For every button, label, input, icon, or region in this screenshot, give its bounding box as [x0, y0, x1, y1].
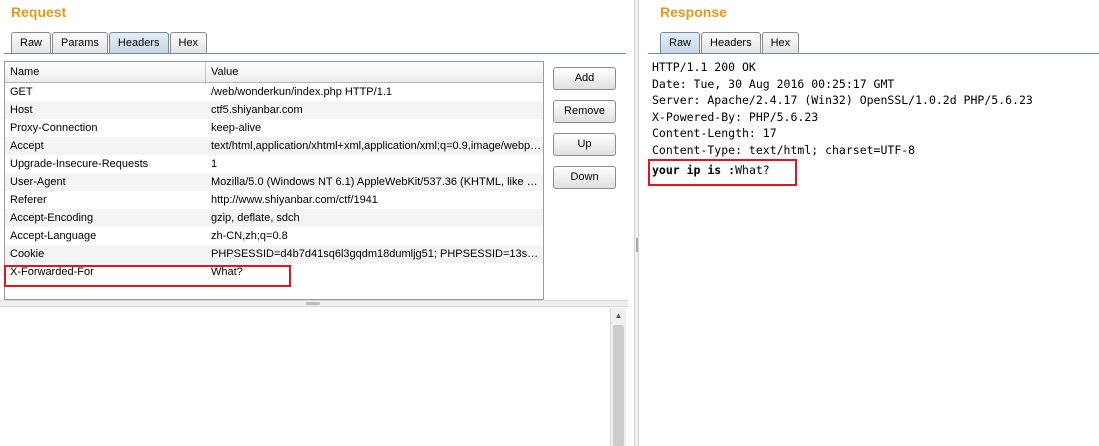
response-line: HTTP/1.1 200 OK — [652, 60, 756, 74]
table-row[interactable]: Upgrade-Insecure-Requests 1 — [5, 155, 543, 173]
request-tab-underline — [4, 53, 626, 54]
table-row[interactable]: Host ctf5.shiyanbar.com — [5, 101, 543, 119]
header-value-cell: 1 — [211, 158, 218, 170]
response-body[interactable]: your ip is :What? — [652, 163, 770, 177]
table-row[interactable]: User-Agent Mozilla/5.0 (Windows NT 6.1) A… — [5, 173, 543, 191]
header-name-cell: X-Forwarded-For — [10, 266, 94, 278]
response-line: X-Powered-By: PHP/5.6.23 — [652, 109, 819, 124]
response-line: Server: Apache/2.4.17 (Win32) OpenSSL/1.… — [652, 93, 1033, 107]
request-body-editor[interactable] — [2, 308, 610, 446]
table-row[interactable]: Accept text/html,application/xhtml+xml,ap… — [5, 137, 543, 155]
headers-table-body: GET/web/wonderkun/index.php HTTP/1.1 Hos… — [5, 83, 543, 281]
table-row[interactable]: Cookie PHPSESSID=d4b7d41sq6l3gqdm18dumljg… — [5, 245, 543, 263]
vertical-split-divider[interactable] — [634, 0, 639, 446]
request-title: Request — [11, 4, 67, 20]
tab-request-headers[interactable]: Headers — [108, 32, 169, 53]
response-line: Content-Type: text/html; charset=UTF-8 — [652, 142, 916, 157]
headers-table: Name Value GET/web/wonderkun/index.php H… — [4, 61, 544, 300]
horizontal-split-handle[interactable] — [0, 300, 628, 307]
header-name-cell: Upgrade-Insecure-Requests — [10, 158, 149, 170]
header-name-cell: Host — [10, 104, 33, 116]
tab-request-raw[interactable]: Raw — [11, 32, 52, 53]
header-name-cell: Proxy-Connection — [10, 122, 98, 134]
column-header-name[interactable]: Name — [5, 62, 206, 82]
header-value-cell: keep-alive — [211, 122, 262, 134]
headers-table-header: Name Value — [5, 62, 543, 83]
header-value-cell: Mozilla/5.0 (Windows NT 6.1) AppleWebKit… — [211, 176, 543, 188]
header-name-cell: Cookie — [10, 248, 45, 260]
response-title: Response — [660, 4, 727, 20]
header-value-cell: http://www.shiyanbar.com/ctf/1941 — [211, 194, 378, 206]
remove-button[interactable]: Remove — [553, 100, 616, 123]
header-name-cell: Accept-Encoding — [10, 212, 94, 224]
table-row[interactable]: Accept-Language zh-CN,zh;q=0.8 — [5, 227, 543, 245]
response-line: Content-Length: 17 — [652, 126, 777, 140]
scroll-up-arrow-icon[interactable]: ▲ — [611, 308, 626, 324]
scrollbar-thumb[interactable] — [613, 325, 624, 446]
tab-response-headers[interactable]: Headers — [701, 32, 761, 53]
response-body-value: What? — [735, 163, 770, 177]
header-name-cell: GET — [10, 86, 33, 98]
tab-response-raw[interactable]: Raw — [660, 32, 701, 53]
add-button[interactable]: Add — [553, 67, 616, 90]
table-row[interactable]: Proxy-Connection keep-alive — [5, 119, 543, 137]
vertical-scrollbar[interactable]: ▲ — [610, 308, 626, 446]
header-value-cell: /web/wonderkun/index.php HTTP/1.1 — [211, 86, 392, 98]
down-button[interactable]: Down — [553, 166, 616, 189]
table-row[interactable]: Referer http://www.shiyanbar.com/ctf/1941 — [5, 191, 543, 209]
header-value-cell: zh-CN,zh;q=0.8 — [211, 230, 288, 242]
header-name-cell: Accept — [10, 140, 44, 152]
table-row[interactable]: Accept-Encoding gzip, deflate, sdch — [5, 209, 543, 227]
response-tab-underline — [648, 53, 1099, 54]
header-value-cell: What? — [211, 266, 243, 278]
response-body-prefix: your ip is : — [652, 163, 736, 177]
table-row-x-forwarded-for[interactable]: X-Forwarded-For What? — [5, 263, 543, 281]
grip-icon — [636, 238, 638, 252]
table-row[interactable]: GET/web/wonderkun/index.php HTTP/1.1 — [5, 83, 543, 101]
header-value-cell: text/html,application/xhtml+xml,applicat… — [211, 140, 543, 152]
response-line: Date: Tue, 30 Aug 2016 00:25:17 GMT — [652, 76, 895, 91]
tab-request-hex[interactable]: Hex — [169, 32, 208, 53]
header-value-cell: PHPSESSID=d4b7d41sq6l3gqdm18dumljg51; PH… — [211, 248, 543, 260]
header-value-cell: ctf5.shiyanbar.com — [211, 104, 303, 116]
request-tab-bar: Raw Params Headers Hex — [11, 30, 208, 53]
response-headers-text[interactable]: HTTP/1.1 200 OK Date: Tue, 30 Aug 2016 00… — [652, 59, 1033, 158]
header-name-cell: User-Agent — [10, 176, 66, 188]
column-header-value[interactable]: Value — [206, 62, 543, 82]
up-button[interactable]: Up — [553, 133, 616, 156]
header-value-cell: gzip, deflate, sdch — [211, 212, 300, 224]
response-tab-bar: Raw Headers Hex — [660, 30, 800, 53]
header-name-cell: Accept-Language — [10, 230, 97, 242]
header-name-cell: Referer — [10, 194, 47, 206]
tab-response-hex[interactable]: Hex — [761, 32, 800, 53]
grip-icon — [306, 302, 320, 305]
tab-request-params[interactable]: Params — [52, 32, 108, 53]
